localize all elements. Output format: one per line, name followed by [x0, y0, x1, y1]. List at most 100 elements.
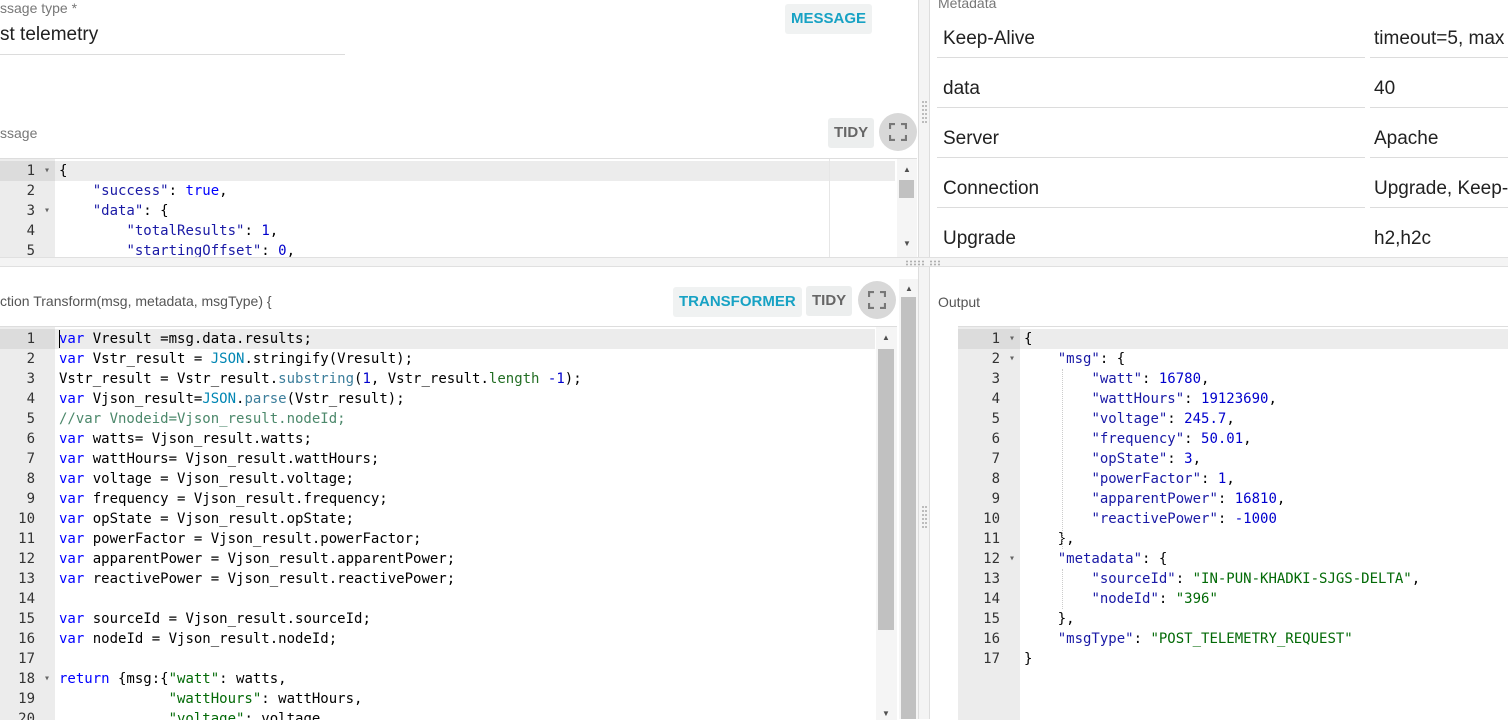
metadata-value[interactable]: 40	[1374, 78, 1395, 100]
gutter-line: 17	[983, 651, 1000, 667]
code-line: var opState = Vjson_result.opState;	[59, 511, 355, 527]
metadata-key-underline	[937, 207, 1365, 208]
metadata-value-underline	[1370, 157, 1508, 158]
code-line: "apparentPower": 16810,	[1091, 491, 1286, 507]
transform-panel-scrollbar[interactable]: ▲	[899, 279, 918, 719]
vertical-splitter-top[interactable]	[918, 0, 930, 257]
code-line: "data": {	[92, 203, 169, 219]
scrollbar-thumb[interactable]	[899, 180, 914, 198]
message-fullscreen-button[interactable]	[879, 113, 917, 151]
transform-tidy-button[interactable]: TIDY	[806, 286, 853, 316]
scroll-down-icon[interactable]: ▼	[882, 709, 890, 718]
metadata-value[interactable]: Upgrade, Keep-	[1374, 178, 1508, 200]
gutter-line: 1	[0, 329, 55, 349]
drag-handle-icon	[922, 101, 927, 123]
message-editor[interactable]: 1 ▾ 2 3 ▾ 4 5 { "success": true, "data": {…	[0, 158, 917, 257]
gutter-line: 17	[18, 651, 35, 667]
gutter-line: 3 ▾	[26, 203, 50, 219]
code-line: var nodeId = Vjson_result.nodeId;	[59, 631, 338, 647]
message-scrollbar[interactable]: ▲ ▼	[897, 159, 917, 257]
metadata-row: Connection Upgrade, Keep-	[937, 174, 1508, 224]
message-tidy-button[interactable]: TIDY	[828, 118, 875, 148]
metadata-row: data 40	[937, 74, 1508, 124]
transform-gutter: 1 2 3 4 5 6 7 8 9 10 11 12 13 14 15 16 17 18 ▾ 19 20	[0, 327, 55, 720]
gutter-line: 12 ▾	[983, 549, 1015, 569]
scrollbar-thumb[interactable]	[878, 349, 894, 630]
transform-editor[interactable]: 1 2 3 4 5 6 7 8 9 10 11 12 13 14 15 16 17 18 ▾ 19 20 var Vre…	[0, 326, 897, 720]
transformer-badge[interactable]: TRANSFORMER	[673, 287, 802, 317]
metadata-row: Upgrade h2,h2c	[937, 224, 1508, 274]
code-line: var Vjson_result=JSON.parse(Vstr_result)…	[59, 391, 405, 407]
indent-guide	[1062, 369, 1064, 549]
gutter-line: 11	[983, 531, 1000, 547]
gutter-line: 20	[18, 711, 35, 720]
transform-editor-scrollbar[interactable]: ▲ ▼	[876, 327, 897, 720]
code-line: },	[1024, 611, 1075, 627]
metadata-key[interactable]: data	[943, 78, 980, 100]
drag-handle-icon	[922, 506, 927, 528]
fullscreen-icon	[889, 123, 907, 141]
transform-fullscreen-button[interactable]	[858, 281, 896, 319]
code-line: "msg": {	[1057, 351, 1126, 367]
code-line: Vstr_result = Vstr_result.substring(1, V…	[59, 371, 582, 387]
scroll-up-icon[interactable]: ▲	[903, 165, 911, 174]
metadata-key[interactable]: Connection	[943, 178, 1039, 200]
metadata-value[interactable]: timeout=5, max	[1374, 28, 1504, 50]
message-label: ssage	[0, 125, 38, 141]
scroll-down-icon[interactable]: ▼	[903, 239, 911, 248]
code-line: }	[1024, 651, 1033, 667]
gutter-line: 2	[26, 351, 35, 367]
metadata-key[interactable]: Upgrade	[943, 228, 1016, 250]
code-line: },	[1024, 531, 1075, 547]
message-gutter: 1 ▾ 2 3 ▾ 4 5	[0, 159, 55, 257]
fold-arrow-icon[interactable]: ▾	[1009, 349, 1015, 369]
metadata-key[interactable]: Keep-Alive	[943, 28, 1035, 50]
code-line: var powerFactor = Vjson_result.powerFact…	[59, 531, 422, 547]
metadata-value-underline	[1370, 57, 1508, 58]
vertical-splitter-bottom[interactable]	[918, 267, 930, 719]
gutter-line: 16	[983, 631, 1000, 647]
gutter-line: 3	[991, 371, 1000, 387]
code-line: {	[55, 161, 895, 181]
message-code[interactable]: { "success": true, "data": { "totalResul…	[55, 161, 895, 257]
gutter-line: 14	[983, 591, 1000, 607]
scrollbar-thumb[interactable]	[901, 297, 916, 719]
code-line: var voltage = Vjson_result.voltage;	[59, 471, 355, 487]
gutter-line: 16	[18, 631, 35, 647]
scroll-up-icon[interactable]: ▲	[882, 333, 890, 342]
gutter-line: 9	[991, 491, 1000, 507]
code-line: "sourceId": "IN-PUN-KHADKI-SJGS-DELTA",	[1091, 571, 1421, 587]
transform-cursor	[59, 330, 60, 348]
code-line: "powerFactor": 1,	[1091, 471, 1235, 487]
message-type-underline	[0, 54, 345, 55]
code-line: return {msg:{"watt": watts,	[59, 671, 287, 687]
code-line: var wattHours= Vjson_result.wattHours;	[59, 451, 380, 467]
metadata-value[interactable]: h2,h2c	[1374, 228, 1431, 250]
gutter-line: 15	[18, 611, 35, 627]
gutter-line: 5	[991, 411, 1000, 427]
gutter-line: 15	[983, 611, 1000, 627]
transform-code[interactable]: var Vresult =msg.data.results; var Vstr_…	[55, 329, 875, 720]
fold-arrow-icon[interactable]: ▾	[44, 669, 50, 689]
output-editor[interactable]: 1 ▾ 2 ▾ 3 4 5 6 7 8 9 10 11 12 ▾ 13 14 15 16 17 { "msg": { …	[958, 326, 1508, 720]
code-line: //var Vnodeid=Vjson_result.nodeId;	[59, 411, 346, 427]
message-type-value[interactable]: st telemetry	[0, 24, 98, 46]
metadata-key[interactable]: Server	[943, 128, 999, 150]
gutter-line: 5	[26, 411, 35, 427]
transform-signature: ction Transform(msg, metadata, msgType) …	[0, 293, 272, 309]
fold-arrow-icon[interactable]: ▾	[1009, 329, 1015, 349]
message-badge[interactable]: MESSAGE	[785, 4, 873, 34]
code-line: "success": true,	[92, 183, 228, 199]
fullscreen-icon	[868, 291, 886, 309]
fold-arrow-icon[interactable]: ▾	[1009, 549, 1015, 569]
output-code[interactable]: { "msg": { "watt": 16780, "wattHours": 1…	[1020, 329, 1508, 720]
code-line: "nodeId": "396"	[1091, 591, 1218, 607]
gutter-line: 6	[991, 431, 1000, 447]
gutter-line: 2	[26, 183, 35, 199]
gutter-line: 4	[26, 391, 35, 407]
scroll-up-icon[interactable]: ▲	[905, 284, 913, 293]
metadata-value[interactable]: Apache	[1374, 128, 1438, 150]
code-line: "opState": 3,	[1091, 451, 1202, 467]
indent-guide	[1062, 569, 1064, 609]
